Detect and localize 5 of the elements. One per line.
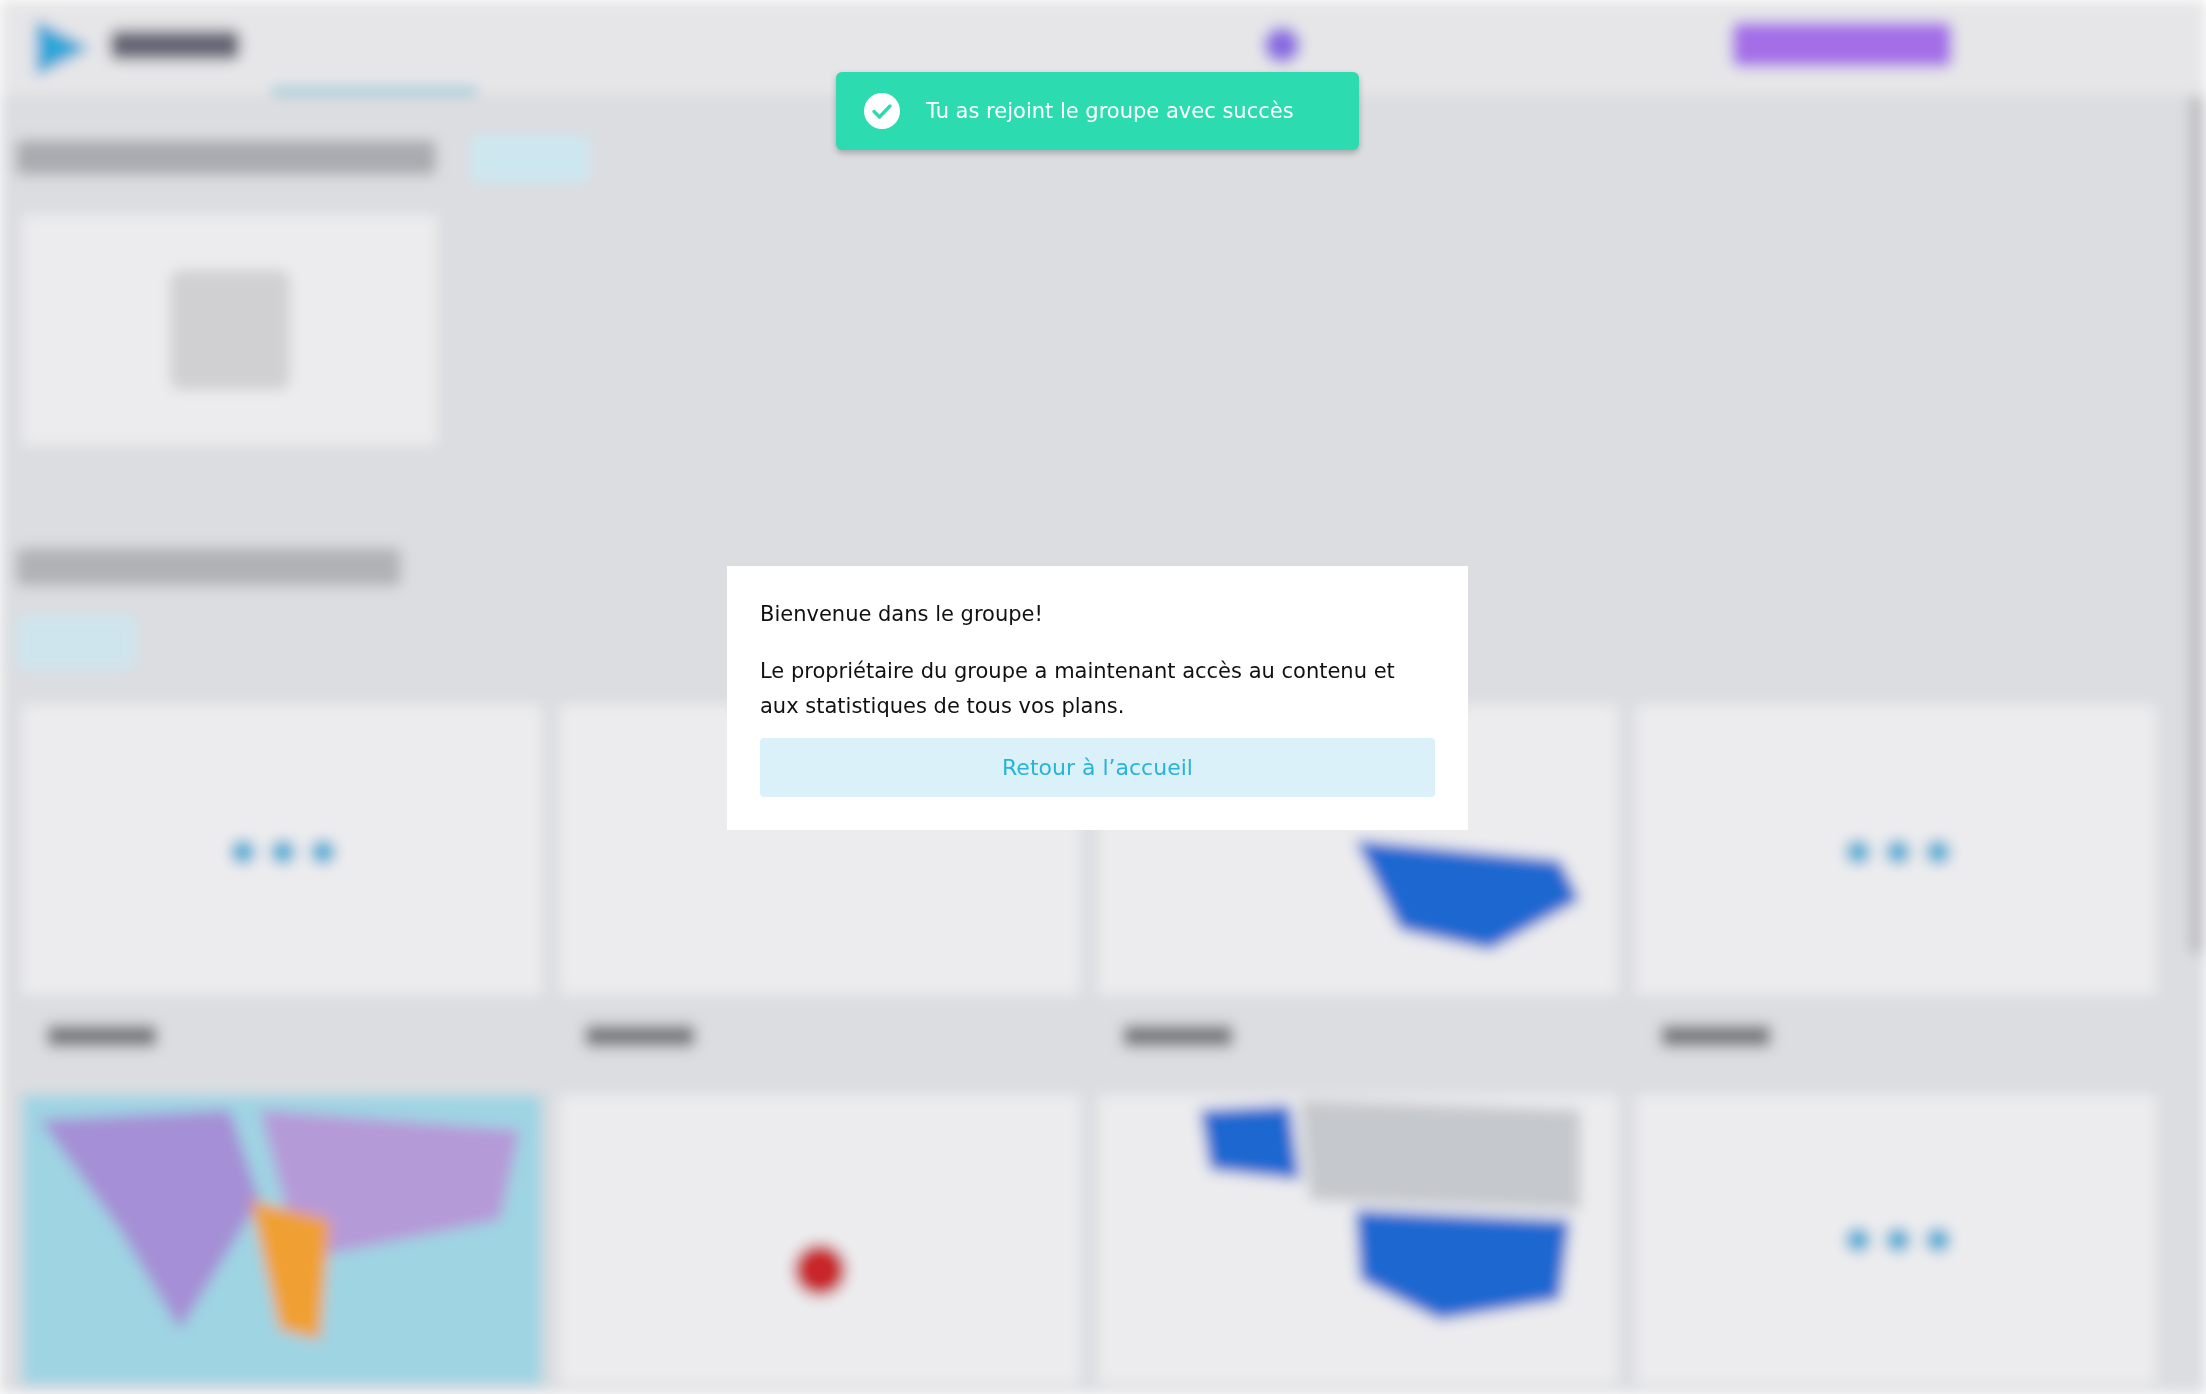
dialog-message: Le propriétaire du groupe a maintenant accès au contenu et aux statistiques de tous vos plans. (760, 658, 1396, 720)
back-home-button[interactable]: Retour à l’accueil (760, 738, 1435, 797)
dialog-title: Bienvenue dans le groupe! (760, 601, 1044, 628)
check-circle-icon (864, 93, 900, 129)
toast-message: Tu as rejoint le groupe avec succès (926, 99, 1294, 123)
